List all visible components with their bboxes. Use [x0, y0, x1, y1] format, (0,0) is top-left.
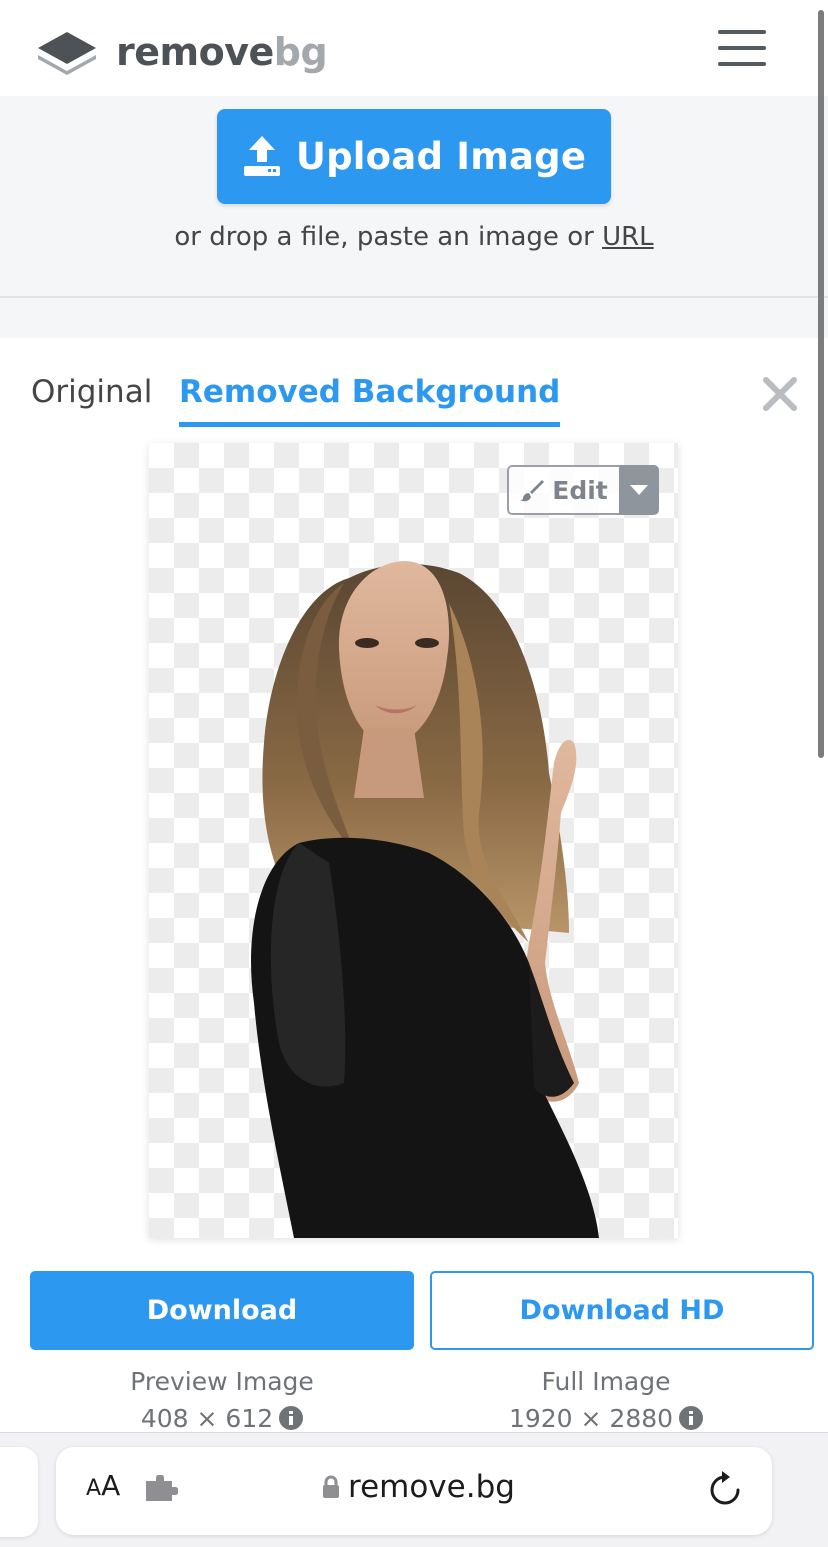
- upload-image-label: Upload Image: [295, 135, 587, 178]
- logo-text: removebg: [116, 30, 328, 74]
- result-preview: Edit: [149, 443, 678, 1238]
- page-scrollbar[interactable]: [818, 10, 824, 758]
- aa-small-glyph: A: [86, 1476, 102, 1501]
- download-hd-button[interactable]: Download HD: [430, 1271, 814, 1350]
- url-text: remove.bg: [348, 1469, 515, 1505]
- brush-icon: [520, 480, 545, 502]
- preview-image-size: 408 × 612: [140, 1404, 274, 1433]
- previous-tab-card[interactable]: [0, 1447, 38, 1537]
- edit-control-group: Edit: [507, 465, 659, 515]
- tab-original[interactable]: Original: [31, 372, 152, 420]
- aa-large-glyph: A: [101, 1469, 121, 1502]
- full-image-caption: Full Image: [541, 1367, 671, 1396]
- close-icon[interactable]: [760, 374, 800, 414]
- preview-image-caption: Preview Image: [130, 1367, 314, 1396]
- logo-word-bg: bg: [273, 30, 328, 74]
- reader-settings-button[interactable]: AA: [86, 1469, 120, 1502]
- url-display[interactable]: remove.bg: [322, 1469, 515, 1505]
- drop-instructions: or drop a file, paste an image or URL: [0, 222, 828, 252]
- chevron-down-icon: [630, 485, 648, 495]
- upload-image-button[interactable]: Upload Image: [217, 109, 611, 204]
- url-link[interactable]: URL: [602, 222, 654, 252]
- edit-label: Edit: [552, 475, 608, 505]
- tab-removed-background[interactable]: Removed Background: [179, 372, 561, 427]
- full-image-size: 1920 × 2880: [508, 1404, 674, 1433]
- edit-button[interactable]: Edit: [507, 465, 619, 515]
- upload-area: Upload Image or drop a file, paste an im…: [0, 96, 828, 298]
- lock-icon: [323, 1475, 339, 1498]
- address-bar[interactable]: AA remove.bg: [56, 1447, 772, 1535]
- upload-icon: [243, 135, 280, 176]
- extension-puzzle-icon[interactable]: [144, 1475, 178, 1503]
- logo-word-remove: remove: [116, 30, 274, 74]
- edit-dropdown-button[interactable]: [619, 465, 659, 515]
- logo[interactable]: removebg: [36, 28, 328, 76]
- site-header: removebg: [0, 0, 828, 96]
- drop-text: or drop a file, paste an image or: [174, 222, 603, 252]
- hamburger-menu-icon[interactable]: [714, 26, 770, 70]
- section-gap: [0, 298, 828, 338]
- result-card: Original Removed Background Edit Downloa…: [0, 338, 828, 1433]
- download-button[interactable]: Download: [30, 1271, 414, 1350]
- info-icon[interactable]: [679, 1406, 704, 1430]
- preview-image-info: Preview Image 408 × 612: [30, 1363, 414, 1437]
- browser-toolbar: AA remove.bg: [0, 1432, 828, 1547]
- cutout-subject-image: [251, 561, 599, 1238]
- info-icon[interactable]: [279, 1406, 304, 1430]
- layers-logo-icon: [38, 32, 96, 75]
- reload-icon[interactable]: [708, 1471, 742, 1507]
- full-image-info: Full Image 1920 × 2880: [414, 1363, 798, 1437]
